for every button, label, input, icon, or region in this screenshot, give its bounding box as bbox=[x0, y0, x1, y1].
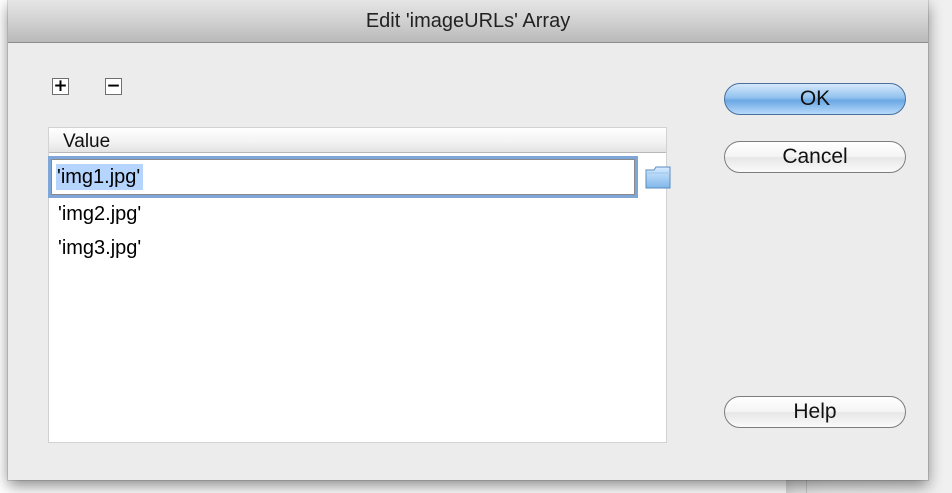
edit-array-dialog: Edit 'imageURLs' Array + − Value 'img1.j… bbox=[8, 0, 928, 480]
dialog-title: Edit 'imageURLs' Array bbox=[8, 0, 928, 43]
minus-icon: − bbox=[106, 76, 121, 96]
cancel-button[interactable]: Cancel bbox=[724, 141, 906, 173]
ok-button[interactable]: OK bbox=[724, 83, 906, 115]
list-item[interactable]: 'img3.jpg' bbox=[58, 233, 141, 263]
add-item-button[interactable]: + bbox=[52, 78, 69, 95]
column-header-value[interactable]: Value bbox=[49, 128, 666, 153]
remove-item-button[interactable]: − bbox=[105, 78, 122, 95]
plus-icon: + bbox=[53, 76, 68, 96]
value-edit-field[interactable]: 'img1.jpg' bbox=[51, 159, 635, 195]
folder-icon[interactable] bbox=[644, 163, 672, 191]
list-item-selected[interactable]: 'img1.jpg' bbox=[56, 164, 144, 190]
list-item[interactable]: 'img2.jpg' bbox=[58, 199, 141, 229]
help-button[interactable]: Help bbox=[724, 396, 906, 428]
